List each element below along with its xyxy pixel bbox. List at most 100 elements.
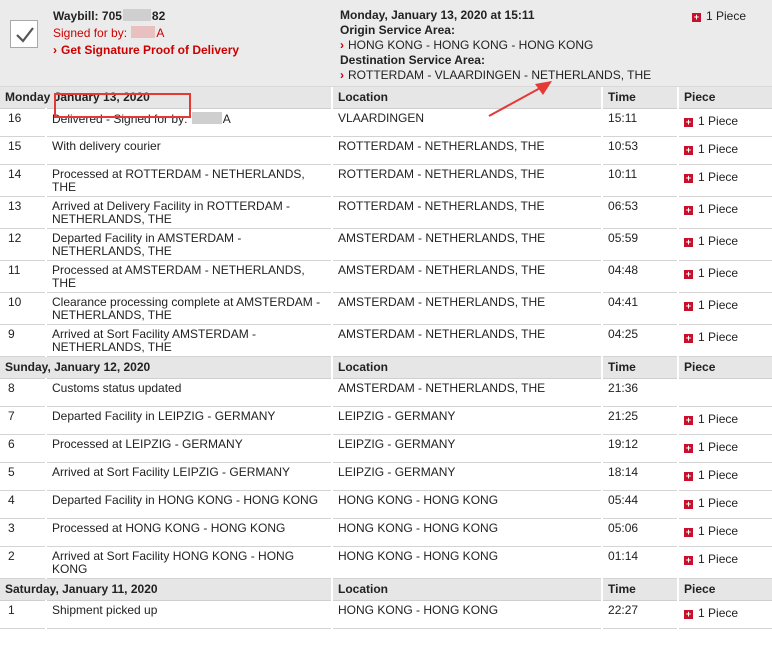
event-row: 8 Customs status updated AMSTERDAM - NETHE… [0,378,772,407]
tracking-page: Waybill: 705 82 Signed for by: A › Get Sig… [0,0,772,629]
event-row: 5 Arrived at Sort Facility LEIPZIG - GERM… [0,462,772,491]
origin-value: HONG KONG - HONG KONG - HONG KONG [348,38,594,52]
col-header-location: Location [331,87,603,109]
event-description-cell: Processed at AMSTERDAM - NETHERLANDS, TH… [44,260,333,293]
event-piece[interactable]: +1 Piece [677,292,772,325]
event-piece[interactable]: +1 Piece [677,462,772,491]
event-location: AMSTERDAM - NETHERLANDS, THE [331,260,603,293]
col-header-location: Location [331,356,603,379]
plus-square-icon[interactable]: + [684,528,694,537]
event-description-cell: Clearance processing complete at AMSTERD… [44,292,333,325]
plus-square-icon[interactable]: + [684,146,694,155]
event-location: VLAARDINGEN [331,108,603,137]
event-location: LEIPZIG - GERMANY [331,434,603,463]
day-header-row: Sunday, January 12, 2020 Location Time Piec… [0,356,772,379]
plus-square-icon[interactable]: + [684,556,694,565]
plus-square-icon[interactable]: + [684,334,694,343]
event-number: 6 [0,434,46,463]
plus-square-icon[interactable]: + [684,238,694,247]
event-piece[interactable]: +1 Piece [677,406,772,435]
plus-square-icon[interactable]: + [692,13,701,22]
event-number: 11 [0,260,46,293]
event-location: ROTTERDAM - NETHERLANDS, THE [331,196,603,229]
event-description-cell: Departed Facility in HONG KONG - HONG KO… [44,490,333,519]
event-number: 13 [0,196,46,229]
event-description-cell: Processed at LEIPZIG - GERMANY [44,434,333,463]
event-description: Processed at ROTTERDAM - NETHERLANDS, TH… [52,167,305,194]
event-piece[interactable]: +1 Piece [677,164,772,197]
event-piece[interactable]: +1 Piece [677,108,772,137]
event-time: 19:12 [601,434,679,463]
event-row: 13 Arrived at Delivery Facility in ROTTER… [0,196,772,229]
plus-square-icon[interactable]: + [684,118,694,127]
piece-count: 1 Piece [698,234,739,248]
pod-link-row[interactable]: › Get Signature Proof of Delivery [53,42,239,59]
event-piece[interactable]: +1 Piece [677,196,772,229]
event-description: With delivery courier [52,139,161,153]
event-number: 4 [0,490,46,519]
plus-square-icon[interactable]: + [684,472,694,481]
day-header-row: Saturday, January 11, 2020 Location Time Pi… [0,578,772,601]
piece-count: 1 Piece [698,298,739,312]
event-piece[interactable]: +1 Piece [677,260,772,293]
plus-square-icon[interactable]: + [684,610,694,619]
event-row: 15 With delivery courier ROTTERDAM - NETHE… [0,136,772,165]
event-location: ROTTERDAM - NETHERLANDS, THE [331,136,603,165]
piece-count: 1 Piece [698,170,739,184]
event-row: 11 Processed at AMSTERDAM - NETHERLANDS, … [0,260,772,293]
event-number: 15 [0,136,46,165]
shipment-summary: Waybill: 705 82 Signed for by: A › Get Sig… [0,0,772,87]
event-row: 4 Departed Facility in HONG KONG - HONG K… [0,490,772,519]
event-description-cell: With delivery courier [44,136,333,165]
plus-square-icon[interactable]: + [684,206,694,215]
checkmark-icon [16,27,34,43]
event-description-cell: Arrived at Sort Facility LEIPZIG - GERMA… [44,462,333,491]
piece-count: 1 Piece [698,606,739,620]
event-number: 3 [0,518,46,547]
event-description: Clearance processing complete at AMSTERD… [52,295,321,322]
col-header-piece: Piece [677,356,772,379]
plus-square-icon[interactable]: + [684,174,694,183]
event-piece[interactable]: +1 Piece [677,324,772,357]
event-piece[interactable]: +1 Piece [677,228,772,261]
delivered-checkbox [10,20,38,48]
event-description-cell: Departed Facility in LEIPZIG - GERMANY [44,406,333,435]
event-piece[interactable]: +1 Piece [677,434,772,463]
event-piece[interactable]: +1 Piece [677,546,772,579]
event-piece[interactable]: +1 Piece [677,600,772,629]
plus-square-icon[interactable]: + [684,416,694,425]
summary-piece[interactable]: +1 Piece [692,9,746,23]
col-header-piece: Piece [677,87,772,109]
piece-count: 1 Piece [698,440,739,454]
summary-right: Monday, January 13, 2020 at 15:11 Origin… [340,8,651,83]
plus-square-icon[interactable]: + [684,302,694,311]
event-row: 7 Departed Facility in LEIPZIG - GERMANY L… [0,406,772,435]
plus-square-icon[interactable]: + [684,500,694,509]
event-number: 8 [0,378,46,407]
event-description-cell: Arrived at Delivery Facility in ROTTERDA… [44,196,333,229]
event-row: 9 Arrived at Sort Facility AMSTERDAM - NE… [0,324,772,357]
proof-of-delivery-link[interactable]: Get Signature Proof of Delivery [61,43,239,57]
event-location: AMSTERDAM - NETHERLANDS, THE [331,292,603,325]
event-location: ROTTERDAM - NETHERLANDS, THE [331,164,603,197]
event-piece[interactable]: +1 Piece [677,490,772,519]
event-description-cell: Processed at HONG KONG - HONG KONG [44,518,333,547]
event-number: 14 [0,164,46,197]
piece-count: 1 Piece [698,524,739,538]
destination-label: Destination Service Area: [340,53,485,67]
event-time: 21:25 [601,406,679,435]
event-piece[interactable]: +1 Piece [677,518,772,547]
event-piece[interactable]: +1 Piece [677,136,772,165]
event-description: Shipment picked up [52,603,158,617]
col-header-time: Time [601,356,679,379]
origin-label: Origin Service Area: [340,23,455,37]
origin-value-row: › HONG KONG - HONG KONG - HONG KONG [340,38,651,53]
plus-square-icon[interactable]: + [684,270,694,279]
date-highlight-box [54,93,191,118]
event-time: 15:11 [601,108,679,137]
event-location: LEIPZIG - GERMANY [331,462,603,491]
annotation-arrow-icon [488,81,552,117]
piece-count: 1 Piece [698,266,739,280]
plus-square-icon[interactable]: + [684,444,694,453]
redacted-block [131,26,156,38]
